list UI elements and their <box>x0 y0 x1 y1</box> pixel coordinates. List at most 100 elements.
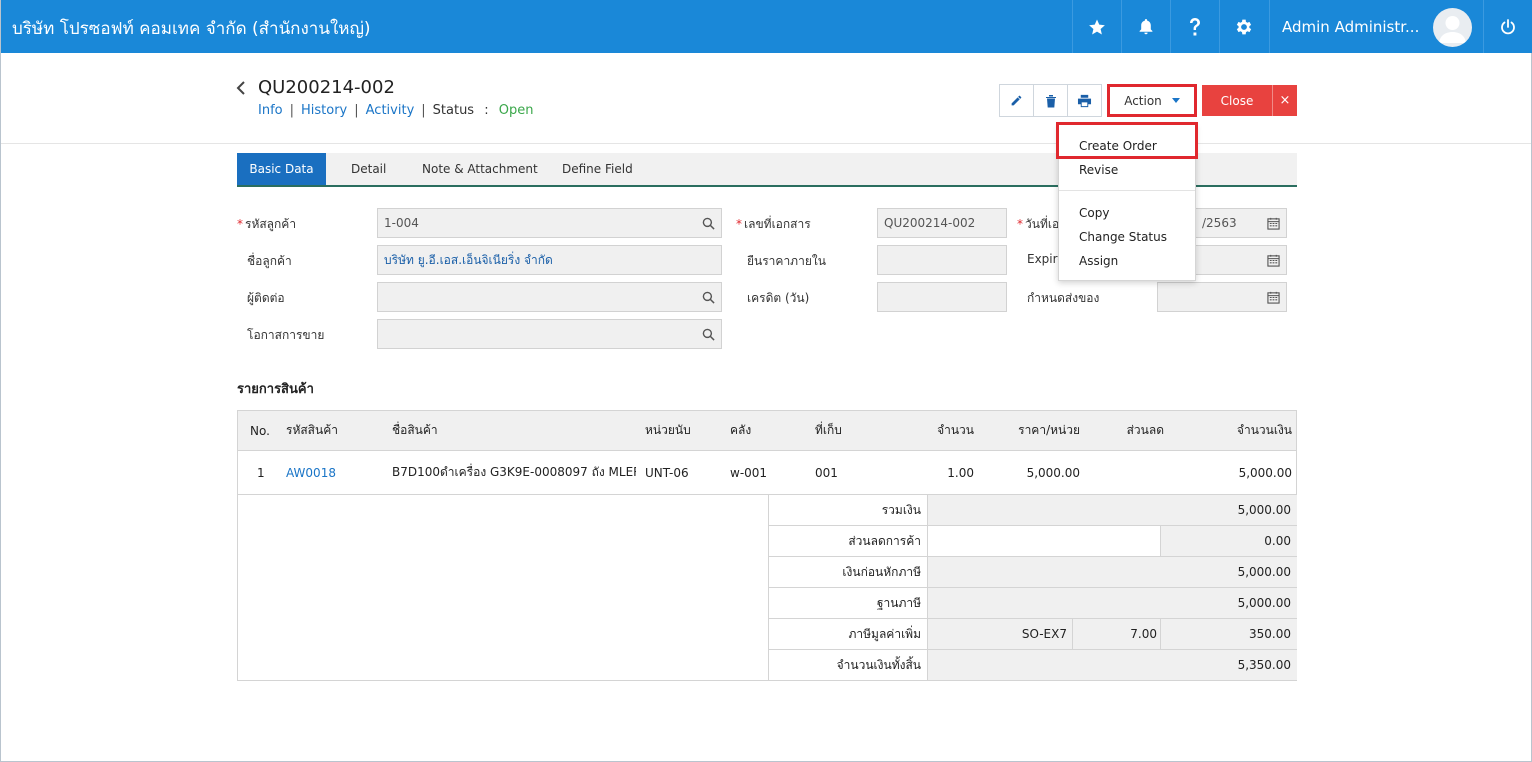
print-button[interactable] <box>1067 84 1102 117</box>
menu-item-revise[interactable]: Revise <box>1079 163 1118 177</box>
status-label: Status <box>432 103 475 118</box>
row-price: 5,000.00 <box>1026 465 1080 480</box>
calendar-icon[interactable] <box>1267 291 1280 304</box>
doc-no-label: * เลขที่เอกสาร <box>736 217 811 231</box>
col-warehouse: คลัง <box>730 423 752 437</box>
power-icon[interactable] <box>1483 0 1531 53</box>
delivery-date-label: กำหนดส่งของ <box>1027 291 1100 305</box>
row-no: 1 <box>257 465 265 480</box>
row-unit: UNT-06 <box>645 465 689 480</box>
row-name: B7D100ดำเครื่อง G3K9E-0008097 ถัง MLER01 <box>392 465 636 479</box>
sales-opportunity-field[interactable] <box>377 319 722 349</box>
vat-label: ภาษีมูลค่าเพิ่ม <box>768 619 928 649</box>
before-tax-value: 5,000.00 <box>1237 565 1291 579</box>
close-button[interactable]: Close <box>1202 85 1272 116</box>
trade-discount-row: ส่วนลดการค้า 0.00 <box>768 525 1297 556</box>
tax-base-row: ฐานภาษี 5,000.00 <box>768 587 1297 618</box>
row-amount: 5,000.00 <box>1238 465 1292 480</box>
menu-item-copy[interactable]: Copy <box>1079 206 1109 220</box>
user-menu[interactable]: Admin Administr... <box>1269 0 1483 53</box>
history-link[interactable]: History <box>301 103 347 118</box>
col-name: ชื่อสินค้า <box>392 423 438 437</box>
price-valid-field[interactable] <box>877 245 1007 275</box>
vat-rate: 7.00 <box>1130 627 1157 641</box>
avatar <box>1433 8 1472 47</box>
table-row[interactable]: 1 AW0018 B7D100ดำเครื่อง G3K9E-0008097 ถ… <box>238 451 1296 494</box>
trash-icon <box>1045 94 1056 107</box>
col-unit: หน่วยนับ <box>645 423 691 437</box>
back-icon[interactable] <box>235 80 247 99</box>
subtotal-row: รวมเงิน 5,000.00 <box>768 494 1297 525</box>
bell-icon[interactable] <box>1121 0 1170 53</box>
row-discount <box>1088 451 1164 494</box>
doc-date-label: * วันที่เอ <box>1017 217 1060 231</box>
col-discount: ส่วนลด <box>1126 423 1164 437</box>
calendar-icon[interactable] <box>1267 254 1280 267</box>
trade-discount-label: ส่วนลดการค้า <box>768 526 928 556</box>
activity-link[interactable]: Activity <box>366 103 415 118</box>
menu-item-change-status[interactable]: Change Status <box>1079 230 1167 244</box>
table-header: No. รหัสสินค้า ชื่อสินค้า หน่วยนับ คลัง … <box>238 411 1296 451</box>
search-icon[interactable] <box>702 217 715 230</box>
row-warehouse: w-001 <box>730 465 768 480</box>
action-dropdown-button[interactable]: Action <box>1107 84 1197 117</box>
tab-detail[interactable]: Detail <box>351 153 386 185</box>
user-name: Admin Administr... <box>1282 18 1420 36</box>
customer-code-field[interactable]: 1-004 <box>377 208 722 238</box>
before-tax-label: เงินก่อนหักภาษี <box>768 557 928 587</box>
top-bar: บริษัท โปรซอฟท์ คอมเทค จำกัด (สำนักงานให… <box>1 0 1532 53</box>
close-x-button[interactable]: × <box>1272 85 1297 116</box>
calendar-icon[interactable] <box>1267 217 1280 230</box>
customer-name-field[interactable]: บริษัท ยู.อี.เอส.เอ็นจิเนียริ่ง จำกัด <box>377 245 722 275</box>
caret-down-icon <box>1171 98 1180 103</box>
totals-block: รวมเงิน 5,000.00 ส่วนลดการค้า 0.00 เงินก… <box>237 494 1297 681</box>
credit-days-label: เครดิต (วัน) <box>747 291 810 305</box>
items-table: No. รหัสสินค้า ชื่อสินค้า หน่วยนับ คลัง … <box>237 410 1297 495</box>
doc-no-field[interactable]: QU200214-002 <box>877 208 1007 238</box>
grand-total-row: จำนวนเงินทั้งสิ้น 5,350.00 <box>768 649 1297 680</box>
sales-opportunity-label: โอกาสการขาย <box>247 328 325 342</box>
tab-define-field[interactable]: Define Field <box>562 153 633 185</box>
edit-button[interactable] <box>999 84 1034 117</box>
row-location: 001 <box>815 465 838 480</box>
subtotal-value: 5,000.00 <box>1237 503 1291 517</box>
action-label: Action <box>1124 93 1162 108</box>
subtotal-label: รวมเงิน <box>768 495 928 525</box>
delivery-date-field[interactable] <box>1157 282 1287 312</box>
col-code: รหัสสินค้า <box>286 423 338 437</box>
delete-button[interactable] <box>1033 84 1068 117</box>
grand-total-label: จำนวนเงินทั้งสิ้น <box>768 650 928 680</box>
grand-total-value: 5,350.00 <box>1237 658 1291 672</box>
pencil-icon <box>1011 95 1022 106</box>
col-location: ที่เก็บ <box>815 423 842 437</box>
row-code-link[interactable]: AW0018 <box>286 451 336 494</box>
vat-row: ภาษีมูลค่าเพิ่ม SO-EX7 7.00 350.00 <box>768 618 1297 649</box>
items-section-title: รายการสินค้า <box>237 382 314 397</box>
col-price: ราคา/หน่วย <box>1018 423 1080 437</box>
info-link[interactable]: Info <box>258 103 283 118</box>
credit-days-field[interactable] <box>877 282 1007 312</box>
before-tax-row: เงินก่อนหักภาษี 5,000.00 <box>768 556 1297 587</box>
gear-icon[interactable] <box>1219 0 1268 53</box>
star-icon[interactable] <box>1072 0 1121 53</box>
status-badge: Open <box>498 103 534 118</box>
help-icon[interactable] <box>1170 0 1219 53</box>
printer-icon <box>1077 94 1092 107</box>
status-colon: : <box>484 103 489 118</box>
tab-basic-data[interactable]: Basic Data <box>237 153 326 185</box>
tab-note-attachment[interactable]: Note & Attachment <box>422 153 538 185</box>
search-icon[interactable] <box>702 291 715 304</box>
search-icon[interactable] <box>702 328 715 341</box>
separator: | <box>354 103 359 118</box>
trade-discount-value[interactable]: 0.00 <box>1264 526 1291 556</box>
vat-code: SO-EX7 <box>1021 627 1067 641</box>
sub-navigation: Info | History | Activity | Status : Open <box>258 103 534 118</box>
contact-field[interactable] <box>377 282 722 312</box>
col-amount: จำนวนเงิน <box>1236 423 1292 437</box>
menu-item-create-order[interactable]: Create Order <box>1079 139 1157 153</box>
menu-divider <box>1059 190 1195 191</box>
separator: | <box>289 103 294 118</box>
menu-item-assign[interactable]: Assign <box>1079 254 1118 268</box>
customer-code-label: * รหัสลูกค้า <box>237 217 297 231</box>
tax-base-label: ฐานภาษี <box>768 588 928 618</box>
